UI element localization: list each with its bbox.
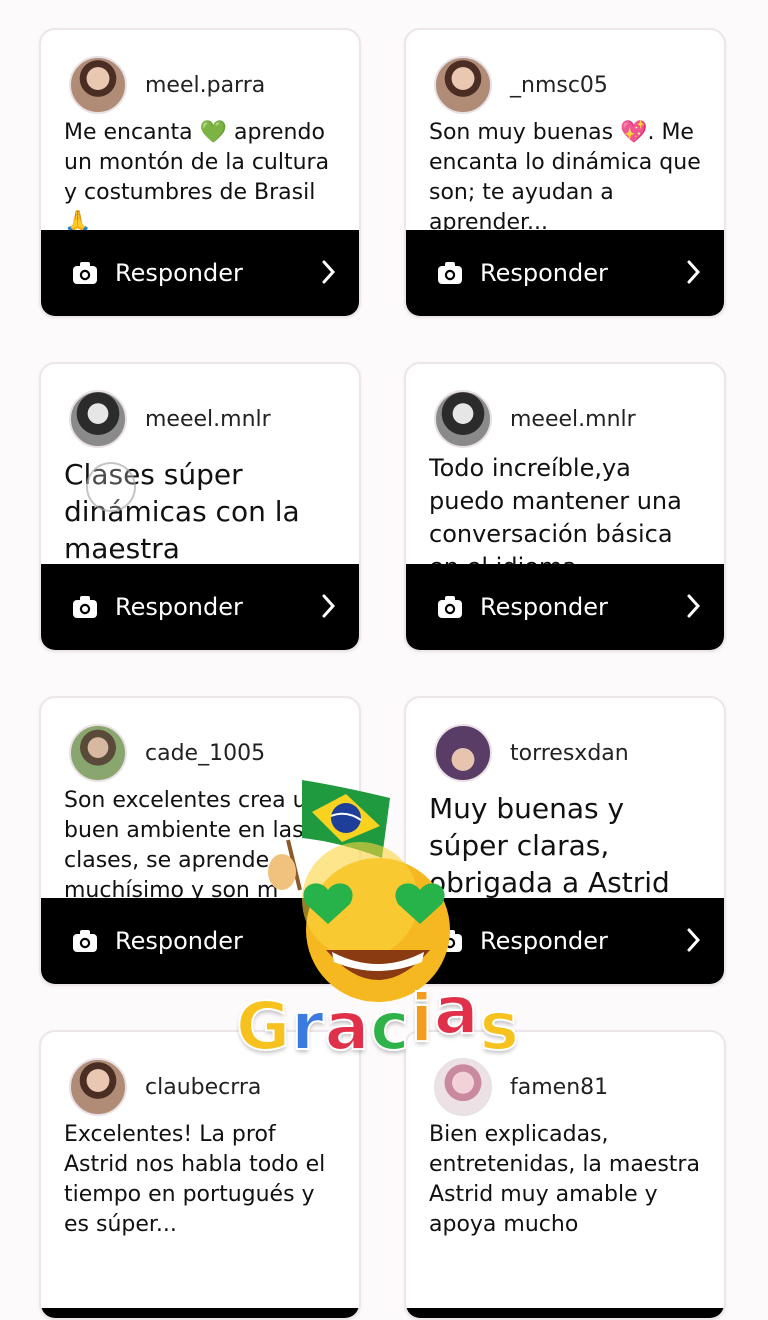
username[interactable]: meeel.mnlr xyxy=(510,407,636,432)
card-header: cade_1005 xyxy=(69,724,265,782)
username[interactable]: torresxdan xyxy=(510,741,629,766)
chevron-right-icon xyxy=(322,594,336,618)
comment-text: Me encanta 💚 aprendo un montón de la cul… xyxy=(64,120,330,234)
card-header: meel.parra xyxy=(69,56,265,114)
gracias-letter: r xyxy=(290,987,325,1066)
camera-icon xyxy=(438,930,462,952)
chevron-right-icon xyxy=(687,928,701,952)
avatar[interactable] xyxy=(69,56,127,114)
camera-icon xyxy=(438,596,462,618)
reply-button[interactable]: Responder xyxy=(41,230,359,316)
gracias-letter: G xyxy=(235,987,292,1066)
card-header: claubecrra xyxy=(69,1058,261,1116)
chevron-right-icon xyxy=(322,260,336,284)
username[interactable]: meel.parra xyxy=(145,73,265,98)
comment-card: cade_1005 Son excelentes crea un buen am… xyxy=(39,696,361,986)
comment-card: torresxdan Muy buenas y súper claras, ob… xyxy=(404,696,726,986)
avatar[interactable] xyxy=(434,56,492,114)
comment-card: famen81 Bien explicadas, entretenidas, l… xyxy=(404,1030,726,1320)
username[interactable]: meeel.mnlr xyxy=(145,407,271,432)
username[interactable]: famen81 xyxy=(510,1075,608,1100)
camera-icon xyxy=(73,930,97,952)
avatar[interactable] xyxy=(69,724,127,782)
reply-label: Responder xyxy=(115,593,243,621)
comment-text: Son muy buenas 💖. Me encanta lo dinámica… xyxy=(429,120,701,234)
card-header: _nmsc05 xyxy=(434,56,608,114)
chevron-right-icon xyxy=(687,594,701,618)
gracias-sticker-text: Gracias xyxy=(235,971,520,1066)
camera-icon xyxy=(438,262,462,284)
avatar[interactable] xyxy=(434,724,492,782)
comment-card: _nmsc05 Son muy buenas 💖. Me encanta lo … xyxy=(404,28,726,318)
reply-label: Responder xyxy=(115,927,243,955)
reply-label: Responder xyxy=(480,259,608,287)
card-header: torresxdan xyxy=(434,724,629,782)
username[interactable]: _nmsc05 xyxy=(510,73,608,98)
comment-card: meeel.mnlr Clases súper dinámicas con la… xyxy=(39,362,361,652)
card-header: meeel.mnlr xyxy=(434,390,636,448)
comment-card: meeel.mnlr Todo increíble,ya puedo mante… xyxy=(404,362,726,652)
comment-card: meel.parra Me encanta 💚 aprendo un montó… xyxy=(39,28,361,318)
card-header: famen81 xyxy=(434,1058,608,1116)
reply-button[interactable]: Responder xyxy=(41,564,359,650)
avatar[interactable] xyxy=(434,1058,492,1116)
comment-text: Son excelentes crea un buen ambiente en … xyxy=(64,788,321,902)
gracias-letter: a xyxy=(433,971,480,1050)
avatar[interactable] xyxy=(434,390,492,448)
camera-icon xyxy=(73,262,97,284)
comment-text: Muy buenas y súper claras, obrigada a As… xyxy=(429,792,670,899)
comment-text: Excelentes! La prof Astrid nos habla tod… xyxy=(64,1122,326,1236)
avatar[interactable] xyxy=(69,390,127,448)
chevron-right-icon xyxy=(322,928,336,952)
comment-card: claubecrra Excelentes! La prof Astrid no… xyxy=(39,1030,361,1320)
gracias-letter: s xyxy=(479,987,520,1066)
reply-button[interactable]: Responder xyxy=(406,230,724,316)
username[interactable]: cade_1005 xyxy=(145,741,265,766)
comment-text: Todo increíble,ya puedo mantener una con… xyxy=(429,454,682,568)
reply-button[interactable]: Responder xyxy=(41,898,359,984)
gracias-letter: a xyxy=(324,987,371,1066)
reply-label: Responder xyxy=(115,259,243,287)
touch-indicator xyxy=(86,462,136,512)
card-header: meeel.mnlr xyxy=(69,390,271,448)
chevron-right-icon xyxy=(687,260,701,284)
gracias-letter: i xyxy=(409,979,435,1058)
comment-text: Bien explicadas, entretenidas, la maestr… xyxy=(429,1122,700,1236)
reply-button[interactable] xyxy=(406,1308,724,1318)
username[interactable]: claubecrra xyxy=(145,1075,261,1100)
reply-button[interactable] xyxy=(41,1308,359,1318)
gracias-letter: c xyxy=(369,987,411,1066)
camera-icon xyxy=(73,596,97,618)
reply-label: Responder xyxy=(480,593,608,621)
avatar[interactable] xyxy=(69,1058,127,1116)
reply-button[interactable]: Responder xyxy=(406,564,724,650)
reply-label: Responder xyxy=(480,927,608,955)
